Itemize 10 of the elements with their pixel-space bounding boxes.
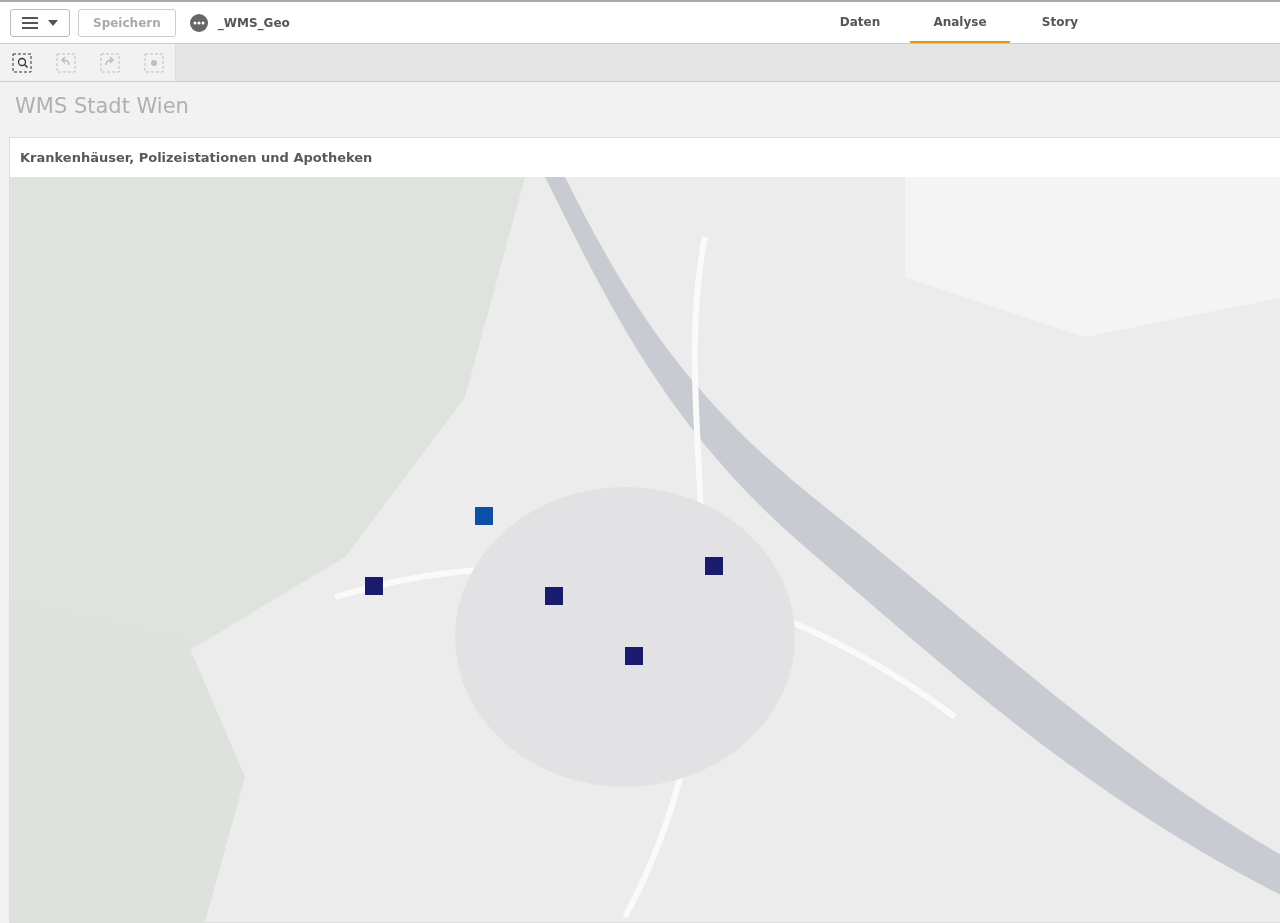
lasso-select-icon[interactable] bbox=[12, 52, 32, 73]
more-icon[interactable] bbox=[189, 13, 208, 32]
menu-icon bbox=[22, 15, 38, 30]
menu-button[interactable] bbox=[10, 8, 70, 37]
app-title: _WMS_Geo bbox=[217, 15, 290, 30]
tab[interactable]: Daten bbox=[810, 2, 910, 43]
caret-icon bbox=[48, 19, 58, 26]
tab[interactable]: Story bbox=[1010, 2, 1110, 43]
card-title: Krankenhäuser, Polizeistationen und Apotheken bbox=[19, 149, 374, 167]
sheet-title: WMS Stadt Wien bbox=[14, 93, 190, 120]
